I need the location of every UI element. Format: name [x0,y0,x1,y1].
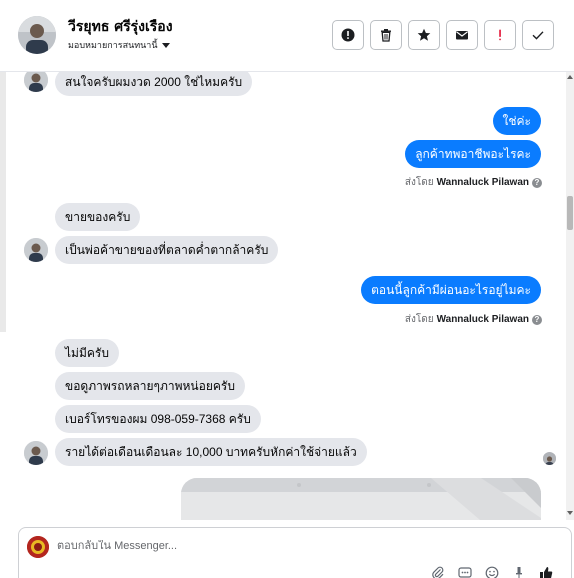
page-avatar[interactable] [27,536,49,558]
message-thread[interactable]: สนใจครับผมงวด 2000 ใช่ไหมครับ ใช่ค่ะ ลูก… [0,72,574,520]
reply-composer [18,527,572,578]
help-icon[interactable]: ? [532,177,542,188]
envelope-icon [456,31,468,40]
like-icon[interactable] [539,566,553,578]
assign-label: มอบหมายการสนทนานี้ [68,41,158,51]
read-receipt-photo [543,454,556,465]
message-bubble[interactable]: ใช่ค่ะ [492,107,541,135]
trash-icon [381,29,391,42]
message-bubble[interactable]: ตอนนี้ลูกค้ามีผ่อนอะไรอยู่ไมคะ [361,276,541,304]
thread-scrollbar-thumb[interactable] [567,196,573,230]
scroll-down-arrow-icon[interactable] [566,508,574,518]
sender-avatar-photo [24,238,48,262]
sent-by-label: ส่งโดย [404,177,434,188]
message-bubble[interactable]: เป็นพ่อค้าขายของที่ตลาดค่ำตากล้าครับ [55,236,279,264]
sent-by-name[interactable]: Wannaluck Pilawan [437,314,529,325]
sent-by-name[interactable]: Wannaluck Pilawan [437,177,529,188]
check-icon [532,31,544,40]
pin-icon[interactable] [512,566,526,578]
sender-avatar-photo [24,72,48,92]
mark-done-button[interactable] [522,20,554,50]
star-icon [417,28,431,41]
sender-avatar[interactable] [24,72,48,92]
star-button[interactable] [408,20,440,50]
sender-avatar-photo [24,441,48,465]
read-receipt-avatar [543,452,556,465]
exclamation-icon [499,29,501,41]
contact-avatar-photo [18,16,56,54]
contact-name[interactable]: วีรยุทธ ศรีรุ่งเรือง [68,16,173,38]
sent-by-label: ส่งโดย [404,314,434,325]
conversation-header: วีรยุทธ ศรีรุ่งเรือง มอบหมายการสนทนานี้ [0,0,574,72]
help-icon[interactable]: ? [532,314,542,325]
sent-by-note: ส่งโดย Wannaluck Pilawan ? [405,175,542,190]
page-logo [27,536,49,558]
scroll-up-arrow-icon[interactable] [566,72,574,82]
follow-up-button[interactable] [484,20,516,50]
left-panel-edge [0,72,6,332]
sender-avatar[interactable] [24,238,48,262]
thread-scrollbar[interactable] [566,72,574,520]
attachment-icon[interactable] [431,566,445,578]
delete-button[interactable] [370,20,402,50]
image-attachment[interactable] [181,478,541,520]
header-actions [332,20,554,50]
image-attachment-photo [181,478,541,520]
contact-avatar[interactable] [18,16,56,54]
reply-input[interactable] [57,540,517,552]
caret-down-icon [161,42,170,48]
message-bubble[interactable]: ขอดูภาพรถหลายๆภาพหน่อยครับ [55,372,245,400]
sent-by-note: ส่งโดย Wannaluck Pilawan ? [405,312,542,327]
message-bubble[interactable]: รายได้ต่อเดือนเดือนละ 10,000 บาทครับหักค… [55,438,367,466]
composer-tools [431,566,553,578]
message-bubble[interactable]: เบอร์โทรของผม 098-059-7368 ครับ [55,405,261,433]
alert-circle-icon [341,28,355,42]
assign-conversation-dropdown[interactable]: มอบหมายการสนทนานี้ [68,38,170,52]
sender-avatar[interactable] [24,441,48,465]
message-bubble[interactable]: ขายของครับ [55,203,141,231]
emoji-icon[interactable] [485,566,499,578]
message-bubble[interactable]: ไม่มีครับ [55,339,119,367]
message-bubble[interactable]: ลูกค้าทพอาชีพอะไรคะ [405,140,541,168]
mark-unread-button[interactable] [446,20,478,50]
message-bubble[interactable]: สนใจครับผมงวด 2000 ใช่ไหมครับ [55,72,253,96]
saved-replies-icon[interactable] [458,566,472,578]
spam-button[interactable] [332,20,364,50]
